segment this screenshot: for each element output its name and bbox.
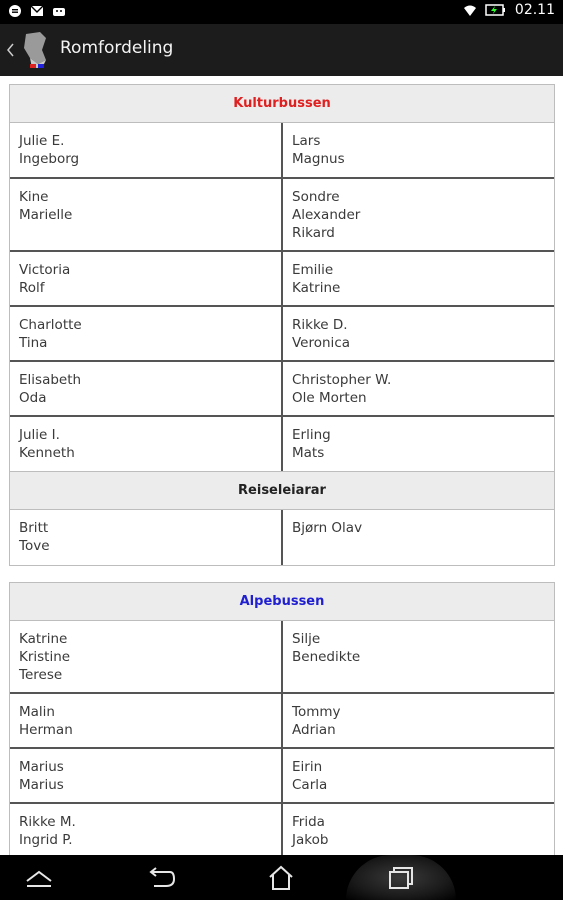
page-title: Romfordeling bbox=[60, 38, 174, 58]
room-cell: Frida Jakob bbox=[292, 814, 329, 848]
section-header: Alpebussen bbox=[10, 583, 554, 621]
room-cell: Tommy Adrian bbox=[292, 704, 341, 738]
table-row: Julie I. Kenneth Erling Mats bbox=[10, 417, 554, 472]
subheader-title: Reiseleiarar bbox=[238, 483, 326, 498]
room-cell: Christopher W. Ole Morten bbox=[292, 372, 392, 406]
home-chevron-icon[interactable] bbox=[24, 863, 54, 893]
room-cell: Kine Marielle bbox=[10, 179, 283, 250]
room-cell: Bjørn Olav bbox=[292, 520, 363, 536]
section-header: Kulturbussen bbox=[10, 85, 554, 123]
android-icon bbox=[53, 8, 65, 16]
room-cell: Eirin Carla bbox=[292, 759, 328, 793]
room-cell: Silje Benedikte bbox=[292, 631, 361, 665]
table-row: Malin Herman Tommy Adrian bbox=[10, 694, 554, 749]
table-row: Rikke M. Ingrid P. Frida Jakob bbox=[10, 804, 554, 855]
table-row: Elisabeth Oda Christopher W. Ole Morten bbox=[10, 362, 554, 417]
mail-icon bbox=[30, 5, 44, 16]
message-icon bbox=[9, 5, 21, 17]
chevron-left-icon[interactable] bbox=[4, 38, 16, 62]
room-cell: Victoria Rolf bbox=[10, 252, 283, 305]
notification-icons bbox=[8, 4, 66, 18]
table-row: Victoria Rolf Emilie Katrine bbox=[10, 252, 554, 307]
room-cell: Malin Herman bbox=[10, 694, 283, 747]
room-cell: Britt Tove bbox=[10, 510, 283, 565]
clock: 02.11 bbox=[514, 2, 555, 18]
room-cell: Julie I. Kenneth bbox=[10, 417, 283, 471]
table-row: Kine Marielle Sondre Alexander Rikard bbox=[10, 179, 554, 252]
room-cell: Sondre Alexander Rikard bbox=[292, 189, 361, 241]
app-logo-icon[interactable] bbox=[16, 28, 56, 72]
room-cell: Lars Magnus bbox=[292, 133, 345, 167]
room-cell: Emilie Katrine bbox=[292, 262, 341, 296]
wifi-icon bbox=[463, 5, 476, 16]
table-row: Julie E. Ingeborg Lars Magnus bbox=[10, 123, 554, 179]
section-title: Kulturbussen bbox=[233, 96, 331, 111]
navigation-bar bbox=[0, 855, 563, 900]
home-icon[interactable] bbox=[266, 863, 296, 893]
section-title: Alpebussen bbox=[239, 594, 325, 609]
room-cell: Julie E. Ingeborg bbox=[10, 123, 283, 177]
room-cell: Charlotte Tina bbox=[10, 307, 283, 360]
room-cell: Erling Mats bbox=[292, 427, 331, 461]
section-subheader: Reiseleiarar bbox=[10, 472, 554, 510]
room-cell: Rikke M. Ingrid P. bbox=[10, 804, 283, 855]
status-bar: 02.11 bbox=[0, 0, 563, 24]
room-cell: Katrine Kristine Terese bbox=[10, 621, 283, 692]
table-row: Marius Marius Eirin Carla bbox=[10, 749, 554, 804]
table-row: Charlotte Tina Rikke D. Veronica bbox=[10, 307, 554, 362]
action-bar: Romfordeling bbox=[0, 24, 563, 76]
room-cell: Rikke D. Veronica bbox=[292, 317, 351, 351]
battery-charging-icon bbox=[485, 4, 505, 16]
room-cell: Marius Marius bbox=[10, 749, 283, 802]
bus-section-alpebussen: Alpebussen Katrine Kristine Terese Silje… bbox=[9, 582, 555, 855]
room-cell: Elisabeth Oda bbox=[10, 362, 283, 415]
recent-apps-icon[interactable] bbox=[386, 863, 416, 893]
back-arrow-icon[interactable] bbox=[146, 863, 176, 893]
main-content[interactable]: Kulturbussen Julie E. Ingeborg Lars Magn… bbox=[0, 76, 563, 855]
bus-section-kulturbussen: Kulturbussen Julie E. Ingeborg Lars Magn… bbox=[9, 84, 555, 566]
table-row: Katrine Kristine Terese Silje Benedikte bbox=[10, 621, 554, 694]
table-row: Britt Tove Bjørn Olav bbox=[10, 510, 554, 565]
